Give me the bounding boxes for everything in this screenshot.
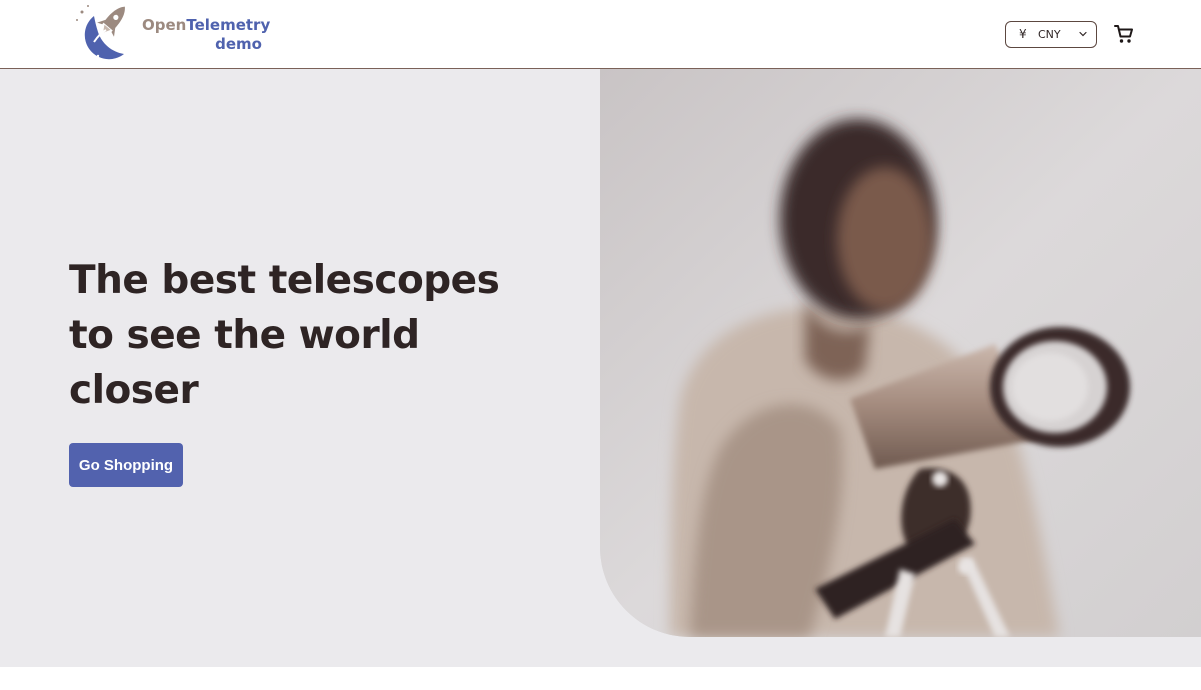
logo-line-opentelemetry: OpenTelemetry <box>142 16 270 35</box>
shopping-cart-icon <box>1114 25 1133 43</box>
hero-title-line-1: The best telescopes <box>69 258 500 303</box>
chevron-down-icon <box>1079 31 1087 37</box>
logo-word-demo: demo <box>215 35 262 53</box>
site-header: OpenTelemetry demo ¥ CNY <box>0 0 1201 69</box>
page-bottom-strip <box>0 667 1201 690</box>
currency-select[interactable]: ¥ CNY <box>1005 21 1097 48</box>
hero-image <box>600 69 1201 637</box>
hero-banner: The best telescopes to see the world clo… <box>0 69 1201 667</box>
home-logo-link[interactable]: OpenTelemetry demo <box>68 2 270 64</box>
hero-title-line-3: closer <box>69 368 199 413</box>
logo-word-open: Open <box>142 16 187 34</box>
logo-wordmark: OpenTelemetry demo <box>142 16 270 54</box>
rocket-globe-icon <box>76 5 125 60</box>
logo-word-telemetry: Telemetry <box>186 16 271 34</box>
person-with-telescope-photo <box>600 69 1201 637</box>
go-shopping-button[interactable]: Go Shopping <box>69 443 183 487</box>
cart-button[interactable] <box>1112 22 1136 46</box>
hero-title: The best telescopes to see the world clo… <box>69 253 519 418</box>
currency-selected-value: CNY <box>1038 28 1061 41</box>
currency-symbol: ¥ <box>1019 27 1027 41</box>
hero-title-line-2: to see the world <box>69 313 420 358</box>
